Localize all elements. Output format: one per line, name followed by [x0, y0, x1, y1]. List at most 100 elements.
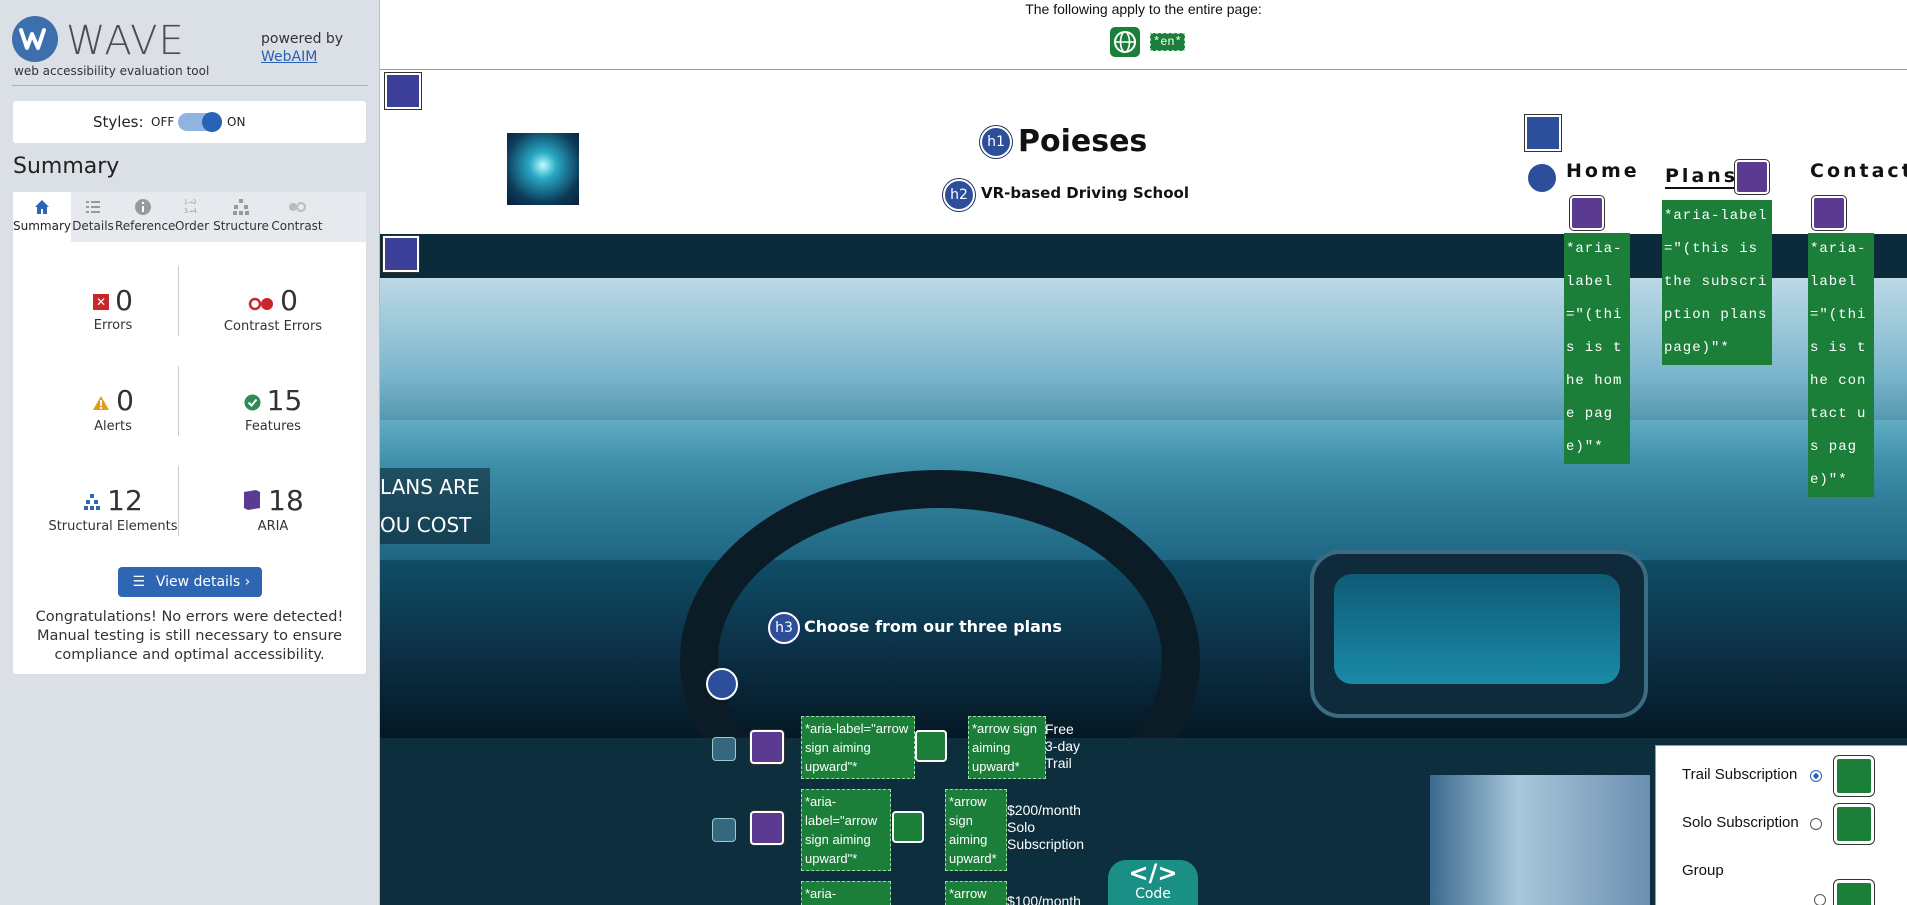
label-tag-icon[interactable]: [1834, 880, 1874, 905]
aria-tag-icon[interactable]: [1812, 196, 1846, 230]
solo-subscription-label: Solo Subscription: [1682, 814, 1799, 831]
tab-contrast[interactable]: Contrast: [269, 192, 325, 242]
webaim-link[interactable]: WebAIM: [261, 49, 317, 65]
tab-label: Details: [72, 219, 114, 233]
tab-label: Contrast: [271, 219, 323, 233]
plan-1-alt-tag[interactable]: *arrow sign aiming upward*: [968, 716, 1046, 779]
tab-summary[interactable]: Summary: [13, 192, 71, 242]
alert-icon: [92, 385, 110, 419]
aria-tag-icon[interactable]: [750, 730, 784, 764]
tab-details[interactable]: Details: [71, 192, 115, 242]
plan-1-label: Free 3-day Trail: [1045, 721, 1081, 771]
styles-on-label: ON: [227, 115, 246, 129]
subscription-form: Trail Subscription Solo Subscription Gro…: [1655, 745, 1907, 905]
plans-aria-label-tag[interactable]: *aria-label="(this is the subscription p…: [1662, 200, 1772, 365]
aria-icon: [242, 485, 262, 519]
tab-label: Reference: [115, 219, 176, 233]
h1-icon[interactable]: h1: [980, 126, 1012, 158]
arrow-up-icon[interactable]: [712, 818, 736, 842]
styles-toggle-box: Styles: OFF ON: [13, 101, 366, 143]
contrast-errors-label: Contrast Errors: [223, 319, 323, 334]
plan-2-aria-tag[interactable]: *aria-label="arrow sign aiming upward"*: [801, 789, 891, 871]
wave-logo-subtitle: web accessibility evaluation tool: [14, 64, 210, 78]
svg-text:3→4: 3→4: [184, 208, 197, 215]
trail-subscription-radio[interactable]: [1810, 770, 1822, 782]
wave-logo-icon: [12, 16, 58, 62]
plans-heading: Choose from our three plans: [804, 617, 1062, 636]
code-button[interactable]: </> Code: [1108, 860, 1198, 905]
structure-icon: [233, 199, 249, 215]
plan-2-alt-tag[interactable]: *arrow sign aiming upward*: [945, 789, 1007, 871]
stat-aria[interactable]: 18 ARIA: [198, 484, 348, 534]
tab-reference[interactable]: Reference: [115, 192, 175, 242]
h2-icon[interactable]: h2: [943, 179, 975, 211]
navigation-landmark-icon[interactable]: [1525, 115, 1561, 151]
label-tag-icon[interactable]: [1834, 756, 1874, 796]
stat-structural[interactable]: 12 Structural Elements: [38, 484, 188, 534]
styles-off-label: OFF: [151, 115, 175, 129]
styles-toggle[interactable]: [178, 112, 222, 132]
site-logo-image: [507, 133, 579, 205]
nav-home-link[interactable]: Home: [1566, 160, 1640, 182]
nav-plans-link[interactable]: Plans: [1665, 165, 1739, 189]
divider: [178, 366, 179, 436]
nav-contact-link[interactable]: Contact: [1810, 160, 1907, 182]
order-icon: 1→23→4: [184, 199, 197, 215]
wave-logo: WAVE web accessibility evaluation tool p…: [12, 12, 368, 84]
tab-order[interactable]: 1→2 3→4 Order: [171, 192, 213, 242]
group-subscription-radio[interactable]: [1814, 894, 1826, 905]
plans-text-line-2: OU COST: [380, 513, 472, 537]
site-subtitle: VR-based Driving School: [981, 184, 1189, 202]
errors-count: 0: [115, 284, 133, 317]
home-icon: [35, 200, 49, 214]
contact-aria-label-tag[interactable]: *aria-label="(this is the contact us pag…: [1808, 233, 1874, 497]
summary-panel: ✕ 0 Errors 0 Contrast Errors 0 Alerts 15 …: [13, 242, 366, 674]
divider: [12, 85, 368, 86]
trail-subscription-label: Trail Subscription: [1682, 766, 1798, 783]
powered-by-text: powered by: [261, 31, 344, 47]
wave-sidebar: WAVE web accessibility evaluation tool p…: [0, 0, 380, 905]
aria-tag-icon[interactable]: [1570, 196, 1604, 230]
stat-features[interactable]: 15 Features: [198, 384, 348, 434]
main-landmark-icon[interactable]: [383, 236, 419, 272]
feature-check-icon: [244, 385, 261, 419]
divider: [178, 266, 179, 336]
wave-tabs: Summary Details Reference 1→2 3→4 Order S…: [13, 192, 366, 242]
image-icon[interactable]: [915, 730, 947, 762]
view-details-button[interactable]: ☰ View details ›: [118, 567, 262, 597]
image-icon[interactable]: [892, 811, 924, 843]
aria-tag-icon[interactable]: [750, 811, 784, 845]
arrow-up-icon[interactable]: [712, 737, 736, 761]
heading-2: h2 VR-based Driving School: [943, 179, 1189, 211]
plans-overlay-text: LANS ARE OU COST: [380, 468, 490, 544]
svg-text:1→2: 1→2: [184, 199, 197, 206]
aria-tag-icon[interactable]: [1735, 160, 1769, 194]
list-icon: [86, 201, 100, 213]
plan-3-aria-tag[interactable]: *aria-: [801, 881, 891, 905]
label-tag-icon[interactable]: [1834, 804, 1874, 844]
h3-icon[interactable]: h3: [768, 612, 800, 644]
language-tag[interactable]: *en*: [1150, 33, 1185, 51]
plan-1-aria-tag[interactable]: *aria-label="arrow sign aiming upward"*: [801, 716, 915, 779]
globe-icon[interactable]: [1110, 27, 1140, 57]
aria-count: 18: [268, 484, 304, 517]
stat-alerts[interactable]: 0 Alerts: [38, 384, 188, 434]
header-landmark-icon[interactable]: [385, 73, 421, 109]
contrast-errors-count: 0: [280, 284, 298, 317]
features-count: 15: [266, 384, 303, 417]
street-image: [1430, 775, 1650, 905]
plan-3-alt-tag[interactable]: *arrow: [945, 881, 1007, 905]
document-banner-text: The following apply to the entire page:: [1025, 1, 1262, 17]
view-details-label: View details ›: [155, 574, 251, 590]
stat-errors[interactable]: ✕ 0 Errors: [38, 284, 188, 333]
home-aria-label-tag[interactable]: *aria-label="(this is the home page)"*: [1564, 233, 1630, 464]
plans-list-icon[interactable]: [706, 668, 738, 700]
nav-list-icon[interactable]: [1526, 162, 1558, 194]
plan-2-label: $200/month Solo Subscription: [1007, 802, 1085, 852]
solo-subscription-radio[interactable]: [1810, 818, 1822, 830]
alerts-count: 0: [116, 384, 134, 417]
stat-contrast-errors[interactable]: 0 Contrast Errors: [198, 284, 348, 334]
tab-structure[interactable]: Structure: [213, 192, 269, 242]
alerts-label: Alerts: [94, 419, 132, 434]
tab-label: Structure: [213, 219, 269, 233]
